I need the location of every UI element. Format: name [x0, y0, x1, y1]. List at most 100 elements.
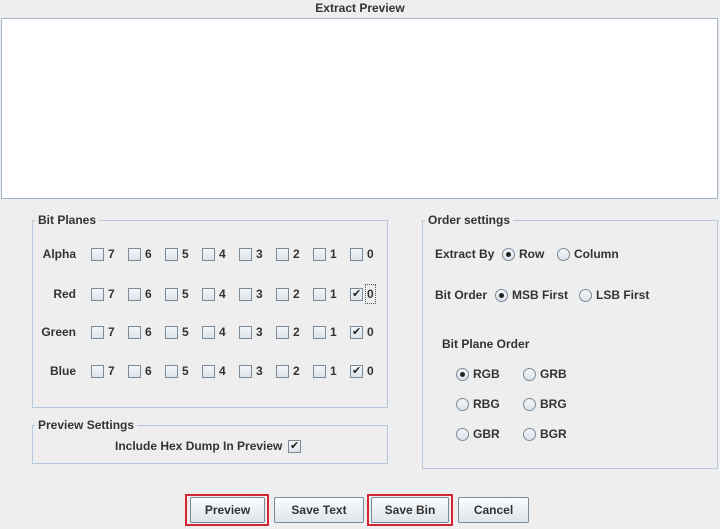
bit-plane-bit-label[interactable]: 0: [367, 247, 374, 261]
bit-order-lsb-radio[interactable]: [579, 289, 592, 302]
bit-plane-bit-label[interactable]: 2: [293, 287, 300, 301]
bit-plane-checkbox[interactable]: [91, 248, 104, 261]
bit-plane-checkbox[interactable]: [202, 326, 215, 339]
bit-plane-bit-label[interactable]: 3: [256, 247, 263, 261]
bit-plane-checkbox[interactable]: [91, 365, 104, 378]
bit-plane-checkbox[interactable]: [313, 365, 326, 378]
bit-plane-checkbox[interactable]: [91, 288, 104, 301]
bit-plane-checkbox[interactable]: [128, 288, 141, 301]
bit-plane-checkbox[interactable]: [202, 288, 215, 301]
bit-plane-bit-label[interactable]: 2: [293, 247, 300, 261]
bit-plane-order-radio[interactable]: [456, 428, 469, 441]
bit-plane-bit-label[interactable]: 0: [367, 364, 374, 378]
bit-plane-bit-label[interactable]: 1: [330, 247, 337, 261]
bit-plane-bit-label[interactable]: 2: [293, 364, 300, 378]
bit-plane-bit-label[interactable]: 2: [293, 325, 300, 339]
bit-plane-bit-label[interactable]: 7: [108, 287, 115, 301]
bit-plane-bit-label[interactable]: 6: [145, 364, 152, 378]
bit-plane-bit-label[interactable]: 1: [330, 287, 337, 301]
bit-plane-checkbox[interactable]: [276, 326, 289, 339]
bit-plane-checkbox[interactable]: [91, 326, 104, 339]
bit-plane-bit-label[interactable]: 7: [108, 364, 115, 378]
extract-by-label: Extract By: [435, 247, 495, 261]
bit-plane-checkbox[interactable]: [313, 248, 326, 261]
bit-plane-checkbox[interactable]: [239, 365, 252, 378]
order-settings-legend: Order settings: [425, 213, 514, 227]
bit-plane-checkbox[interactable]: [350, 364, 363, 378]
bit-plane-bit-label[interactable]: 6: [145, 325, 152, 339]
cancel-button[interactable]: Cancel: [458, 497, 529, 523]
bit-plane-checkbox[interactable]: [276, 365, 289, 378]
bit-plane-bit-label[interactable]: 7: [108, 247, 115, 261]
bit-plane-row-label: Green: [41, 325, 76, 339]
bit-plane-order-label[interactable]: RBG: [473, 397, 500, 411]
save-text-button[interactable]: Save Text: [274, 497, 364, 523]
bit-plane-checkbox[interactable]: [276, 288, 289, 301]
bit-plane-bit-label[interactable]: 1: [330, 325, 337, 339]
bit-plane-checkbox[interactable]: [239, 288, 252, 301]
bit-plane-bit-label[interactable]: 1: [330, 364, 337, 378]
bit-plane-bit-label[interactable]: 6: [145, 247, 152, 261]
bit-plane-bit-label[interactable]: 3: [256, 364, 263, 378]
bit-plane-order-label[interactable]: BRG: [540, 397, 567, 411]
bit-plane-order-radio[interactable]: [523, 398, 536, 411]
bit-plane-checkbox[interactable]: [276, 248, 289, 261]
bit-plane-checkbox[interactable]: [165, 288, 178, 301]
preview-settings-legend: Preview Settings: [35, 418, 138, 432]
bit-plane-bit-label[interactable]: 5: [182, 287, 189, 301]
bit-plane-checkbox[interactable]: [202, 248, 215, 261]
hex-dump-checkbox[interactable]: [288, 439, 301, 453]
bit-plane-checkbox[interactable]: [350, 287, 363, 301]
bit-order-lsb-label[interactable]: LSB First: [596, 288, 649, 302]
bit-plane-checkbox[interactable]: [239, 326, 252, 339]
bit-plane-bit-label[interactable]: 3: [256, 325, 263, 339]
bit-plane-order-label: Bit Plane Order: [442, 337, 530, 351]
extract-by-row-radio[interactable]: [502, 248, 515, 261]
bit-planes-legend: Bit Planes: [35, 213, 100, 227]
bit-plane-bit-label[interactable]: 5: [182, 247, 189, 261]
bit-plane-order-radio[interactable]: [456, 398, 469, 411]
bit-plane-bit-label[interactable]: 4: [219, 247, 226, 261]
bit-plane-checkbox[interactable]: [128, 248, 141, 261]
bit-plane-order-radio[interactable]: [523, 428, 536, 441]
bit-plane-bit-label[interactable]: 3: [256, 287, 263, 301]
window-title: Extract Preview: [315, 1, 405, 15]
bit-plane-checkbox[interactable]: [350, 325, 363, 339]
extract-by-column-radio[interactable]: [557, 248, 570, 261]
bit-plane-checkbox[interactable]: [165, 326, 178, 339]
bit-plane-checkbox[interactable]: [313, 288, 326, 301]
extract-preview-textarea[interactable]: [1, 18, 718, 199]
bit-plane-bit-label[interactable]: 5: [182, 364, 189, 378]
bit-plane-checkbox[interactable]: [313, 326, 326, 339]
bit-plane-row-label: Red: [53, 287, 76, 301]
bit-plane-order-radio[interactable]: [523, 368, 536, 381]
preview-button[interactable]: Preview: [190, 497, 265, 523]
extract-by-row-label[interactable]: Row: [519, 247, 544, 261]
focus-indicator: [365, 284, 376, 304]
bit-plane-bit-label[interactable]: 5: [182, 325, 189, 339]
bit-plane-row-label: Alpha: [42, 247, 76, 261]
bit-plane-bit-label[interactable]: 4: [219, 287, 226, 301]
bit-plane-bit-label[interactable]: 6: [145, 287, 152, 301]
bit-plane-checkbox[interactable]: [350, 248, 363, 261]
bit-plane-checkbox[interactable]: [128, 365, 141, 378]
extract-by-column-label[interactable]: Column: [574, 247, 619, 261]
bit-plane-checkbox[interactable]: [239, 248, 252, 261]
bit-order-msb-label[interactable]: MSB First: [512, 288, 568, 302]
bit-plane-order-label[interactable]: GRB: [540, 367, 567, 381]
bit-plane-checkbox[interactable]: [202, 365, 215, 378]
save-bin-button[interactable]: Save Bin: [371, 497, 449, 523]
bit-plane-bit-label[interactable]: 7: [108, 325, 115, 339]
bit-plane-checkbox[interactable]: [128, 326, 141, 339]
bit-plane-order-label[interactable]: BGR: [540, 427, 567, 441]
bit-plane-checkbox[interactable]: [165, 365, 178, 378]
bit-plane-checkbox[interactable]: [165, 248, 178, 261]
bit-order-msb-radio[interactable]: [495, 289, 508, 302]
bit-plane-bit-label[interactable]: 4: [219, 325, 226, 339]
bit-plane-bit-label[interactable]: 0: [367, 325, 374, 339]
bit-plane-order-label[interactable]: GBR: [473, 427, 500, 441]
bit-plane-order-radio[interactable]: [456, 368, 469, 381]
bit-plane-bit-label[interactable]: 4: [219, 364, 226, 378]
bit-plane-order-label[interactable]: RGB: [473, 367, 500, 381]
hex-dump-label: Include Hex Dump In Preview: [115, 439, 283, 453]
